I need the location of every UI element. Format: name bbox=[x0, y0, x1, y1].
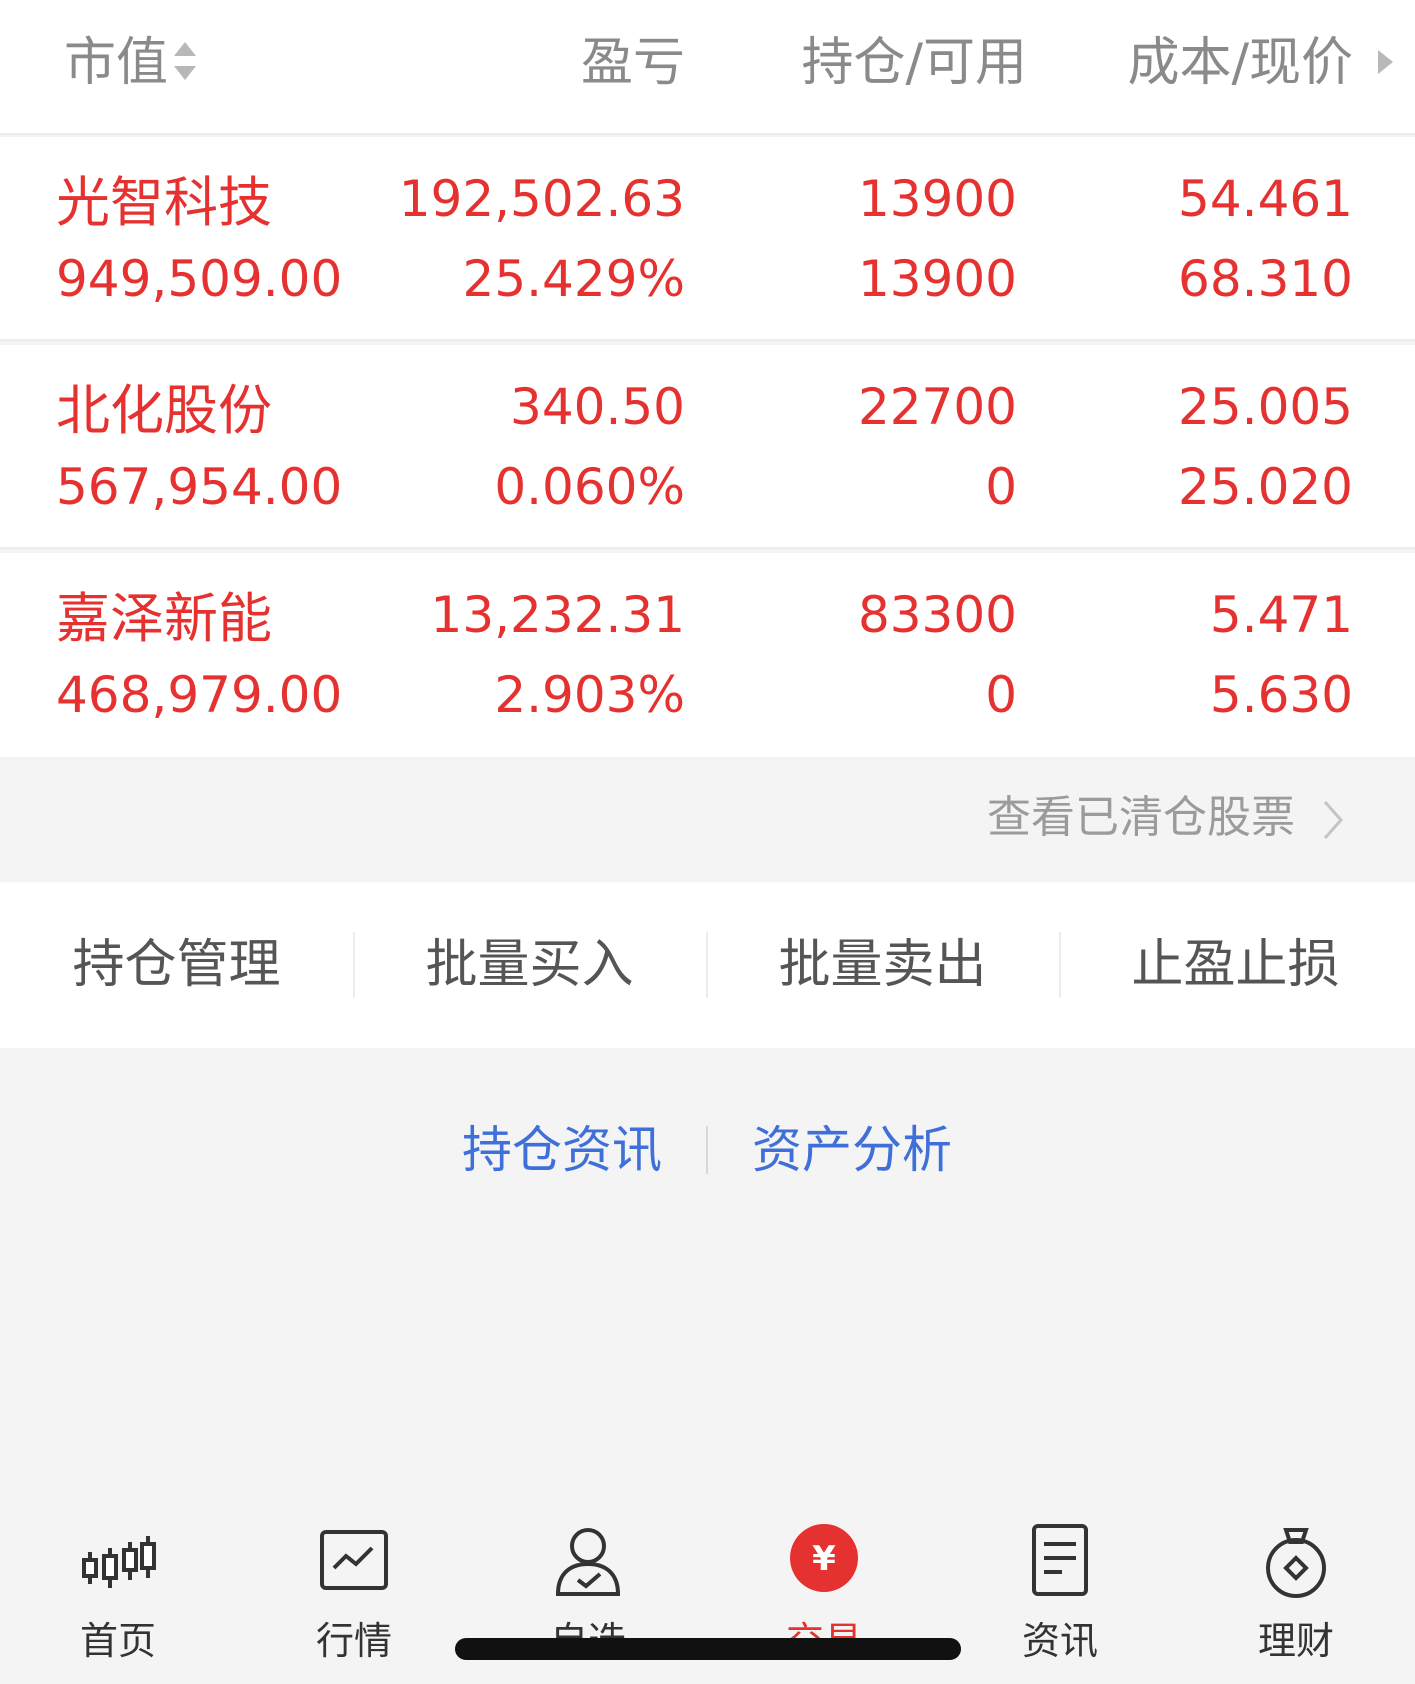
cost-price: 5.471 bbox=[1209, 586, 1353, 644]
market-value: 468,979.00 bbox=[56, 666, 343, 724]
current-price: 68.310 bbox=[1178, 250, 1353, 308]
profit-loss: 192,502.63 bbox=[398, 170, 685, 228]
profit-loss: 13,232.31 bbox=[430, 586, 685, 644]
cleared-stocks-label: 查看已清仓股票 bbox=[987, 792, 1295, 843]
profit-loss-percent: 0.060% bbox=[494, 458, 685, 516]
batch-buy-button[interactable]: 批量买入 bbox=[353, 882, 706, 1048]
stock-name: 嘉泽新能 bbox=[56, 587, 272, 650]
column-cost-price: 成本/现价 bbox=[1127, 33, 1353, 93]
position-quantity: 83300 bbox=[857, 586, 1017, 644]
tab-label: 首页 bbox=[79, 1619, 156, 1663]
tab-news[interactable]: 资讯 bbox=[980, 1522, 1140, 1662]
stock-name: 光智科技 bbox=[56, 171, 272, 234]
position-quantity: 22700 bbox=[857, 378, 1017, 436]
batch-sell-button[interactable]: 批量卖出 bbox=[706, 882, 1059, 1048]
profit-loss-percent: 2.903% bbox=[494, 666, 685, 724]
holding-row[interactable]: 北化股份 567,954.00 340.50 0.060% 22700 0 25… bbox=[0, 345, 1415, 549]
chart-line-icon bbox=[320, 1530, 388, 1590]
available-quantity: 13900 bbox=[857, 250, 1017, 308]
home-indicator[interactable] bbox=[455, 1638, 961, 1660]
document-icon bbox=[1032, 1524, 1088, 1596]
holdings-table-header: 市值 盈亏 持仓/可用 成本/现价 bbox=[0, 0, 1415, 135]
holding-row[interactable]: 光智科技 949,509.00 192,502.63 25.429% 13900… bbox=[0, 137, 1415, 341]
available-quantity: 0 bbox=[985, 666, 1017, 724]
cost-price: 54.461 bbox=[1178, 170, 1353, 228]
tab-wealth[interactable]: 理财 bbox=[1216, 1522, 1376, 1662]
tab-home[interactable]: 首页 bbox=[38, 1522, 198, 1662]
profit-loss-percent: 25.429% bbox=[462, 250, 685, 308]
holding-row[interactable]: 嘉泽新能 468,979.00 13,232.31 2.903% 83300 0… bbox=[0, 553, 1415, 757]
position-management-button[interactable]: 持仓管理 bbox=[0, 882, 353, 1048]
column-profit-loss: 盈亏 bbox=[580, 33, 685, 93]
tab-label: 资讯 bbox=[1021, 1619, 1098, 1663]
sort-icon[interactable] bbox=[172, 38, 198, 84]
user-check-icon bbox=[555, 1528, 621, 1596]
profit-loss: 340.50 bbox=[510, 378, 685, 436]
cleared-stocks-link[interactable]: 查看已清仓股票 bbox=[0, 758, 1415, 882]
chevron-right-icon bbox=[1323, 801, 1344, 839]
svg-text:¥: ¥ bbox=[812, 1539, 836, 1579]
current-price: 5.630 bbox=[1209, 666, 1353, 724]
stop-profit-loss-button[interactable]: 止盈止损 bbox=[1059, 882, 1412, 1048]
analysis-links: 持仓资讯 资产分析 bbox=[0, 1110, 1415, 1190]
column-market-value[interactable]: 市值 bbox=[64, 28, 168, 98]
tab-market[interactable]: 行情 bbox=[274, 1522, 434, 1662]
tab-label: 理财 bbox=[1257, 1619, 1334, 1663]
current-price: 25.020 bbox=[1178, 458, 1353, 516]
money-bag-icon bbox=[1266, 1528, 1326, 1598]
column-position-available: 持仓/可用 bbox=[801, 33, 1027, 93]
yuan-circle-icon: ¥ bbox=[790, 1524, 858, 1592]
cost-price: 25.005 bbox=[1178, 378, 1353, 436]
position-news-link[interactable]: 持仓资讯 bbox=[462, 1110, 662, 1190]
scroll-right-icon[interactable] bbox=[1375, 48, 1395, 76]
candlestick-icon bbox=[82, 1536, 156, 1588]
tab-label: 行情 bbox=[315, 1619, 392, 1663]
asset-analysis-link[interactable]: 资产分析 bbox=[752, 1110, 952, 1190]
position-actions-bar: 持仓管理 批量买入 批量卖出 止盈止损 bbox=[0, 882, 1415, 1048]
divider bbox=[706, 1126, 708, 1174]
available-quantity: 0 bbox=[985, 458, 1017, 516]
position-quantity: 13900 bbox=[857, 170, 1017, 228]
market-value: 567,954.00 bbox=[56, 458, 343, 516]
market-value: 949,509.00 bbox=[56, 250, 343, 308]
stock-name: 北化股份 bbox=[56, 379, 272, 442]
